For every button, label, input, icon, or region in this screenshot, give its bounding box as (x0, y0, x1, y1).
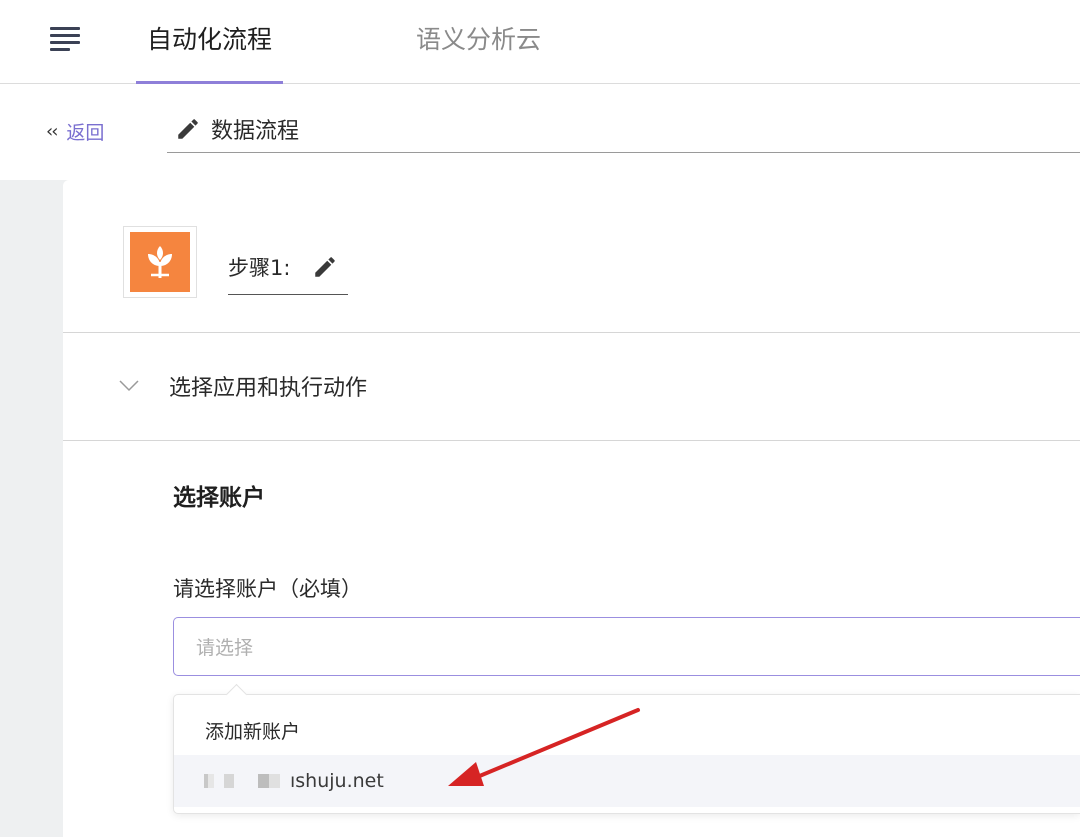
menu-icon[interactable] (50, 27, 82, 51)
pencil-icon (178, 119, 198, 139)
section-app-action-header[interactable]: 选择应用和执行动作 (119, 370, 367, 402)
account-field-label: 请选择账户（必填） (173, 577, 362, 601)
redacted-text (224, 774, 234, 788)
divider (63, 332, 1080, 333)
double-chevron-left-icon: ‹‹ (46, 121, 58, 142)
redacted-text (204, 774, 214, 788)
chevron-down-icon (119, 380, 139, 392)
divider (63, 440, 1080, 441)
section-title: 选择应用和执行动作 (169, 376, 368, 401)
account-section-title: 选择账户 (173, 485, 265, 511)
top-navigation-bar: 自动化流程 语义分析云 (0, 0, 1080, 84)
tree-logo-icon (130, 232, 190, 292)
flow-name-field[interactable]: 数据流程 (167, 106, 1080, 153)
flow-name-text: 数据流程 (211, 119, 300, 144)
redacted-text (258, 774, 280, 788)
step-name-text: 步骤1: (228, 256, 291, 280)
back-link[interactable]: ‹‹ 返回 (46, 118, 104, 145)
account-select-placeholder: 请选择 (196, 637, 254, 659)
add-new-account-option[interactable]: 添加新账户 (205, 717, 300, 744)
account-option-label: ıshuju.net (290, 770, 384, 792)
tab-semantic-analysis-cloud[interactable]: 语义分析云 (416, 20, 541, 84)
tab-automation-flow[interactable]: 自动化流程 (136, 20, 283, 84)
pencil-icon[interactable] (312, 254, 338, 280)
app-logo (123, 226, 197, 298)
red-arrow-annotation (448, 708, 640, 786)
account-select[interactable]: 请选择 (173, 617, 1080, 676)
step-name-field[interactable]: 步骤1: (228, 240, 348, 295)
back-label: 返回 (66, 122, 105, 144)
